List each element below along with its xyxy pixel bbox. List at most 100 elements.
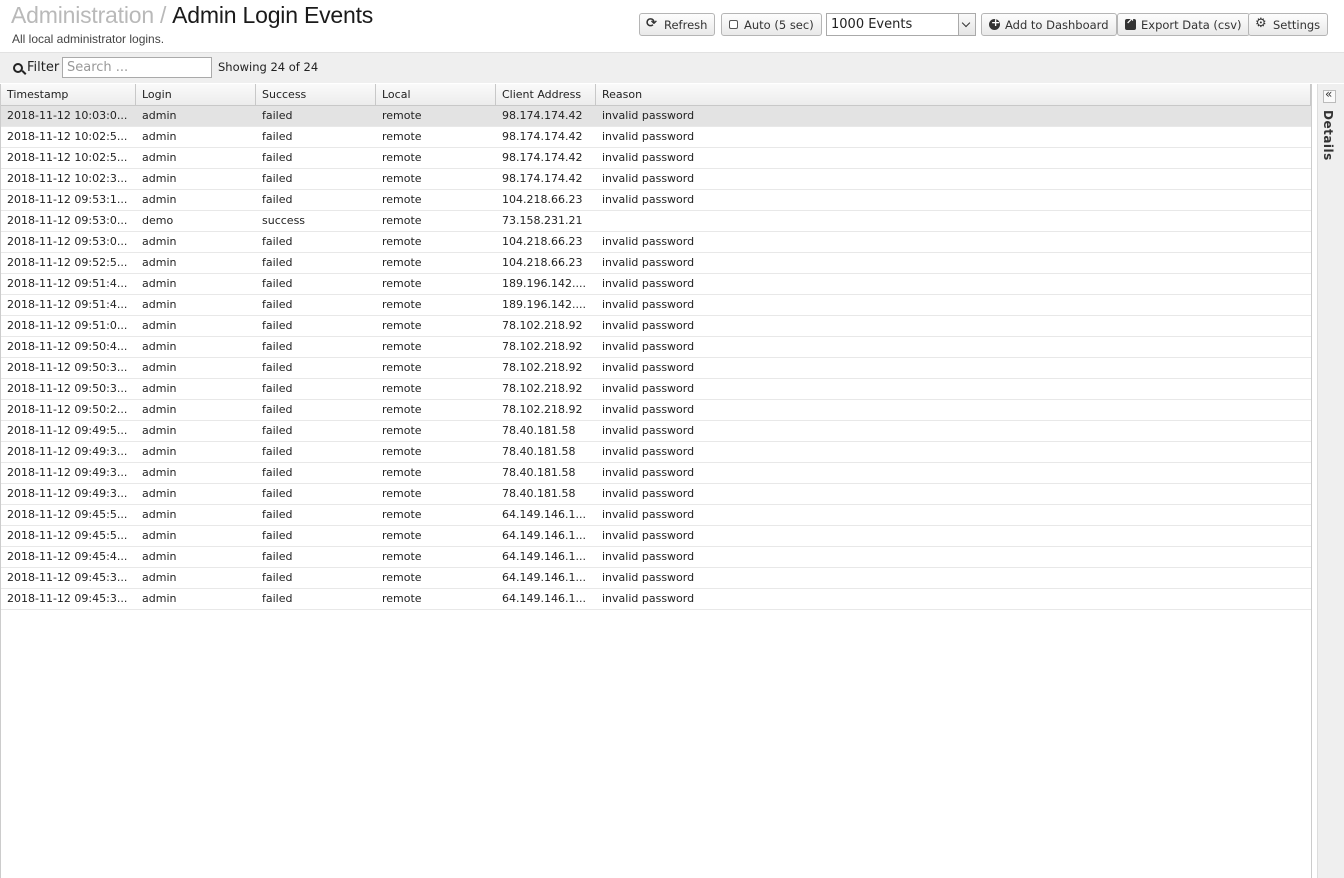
auto-refresh-toggle[interactable]: Auto (5 sec)	[721, 13, 822, 36]
page-title: Administration / Admin Login Events	[11, 2, 373, 29]
cell-login: admin	[142, 235, 177, 248]
cell-client-address: 78.102.218.92	[502, 340, 583, 353]
cell-reason: invalid password	[602, 466, 695, 479]
table-row[interactable]: 2018-11-12 09:45:5... admin failed remote 64…	[1, 505, 1311, 526]
table-row[interactable]: 2018-11-12 09:51:4... admin failed remote 18…	[1, 274, 1311, 295]
cell-reason: invalid password	[602, 361, 695, 374]
cell-client-address: 78.40.181.58	[502, 424, 576, 437]
details-panel-label[interactable]: Details	[1321, 110, 1335, 161]
cell-reason: invalid password	[602, 529, 695, 542]
checkbox-icon[interactable]	[729, 20, 738, 29]
search-input[interactable]	[62, 57, 212, 78]
table-row[interactable]: 2018-11-12 09:45:3... admin failed remote 64…	[1, 589, 1311, 610]
column-header-reason[interactable]: Reason	[596, 84, 1311, 106]
breadcrumb-separator: /	[159, 2, 167, 28]
chevron-down-icon[interactable]	[958, 14, 975, 35]
refresh-button[interactable]: Refresh	[639, 13, 716, 36]
table-row[interactable]: 2018-11-12 09:49:3... admin failed remote 78…	[1, 463, 1311, 484]
cell-client-address: 98.174.174.42	[502, 151, 583, 164]
table-row[interactable]: 2018-11-12 09:51:4... admin failed remote 18…	[1, 295, 1311, 316]
cell-timestamp: 2018-11-12 09:53:0...	[7, 235, 128, 248]
cell-reason: invalid password	[602, 298, 695, 311]
cell-client-address: 189.196.142....	[502, 298, 586, 311]
cell-success: failed	[262, 508, 293, 521]
column-header-success[interactable]: Success	[256, 84, 376, 106]
cell-client-address: 64.149.146.1...	[502, 550, 586, 563]
table-row[interactable]: 2018-11-12 09:45:3... admin failed remote 64…	[1, 568, 1311, 589]
cell-local: remote	[382, 130, 422, 143]
cell-success: failed	[262, 235, 293, 248]
table-row[interactable]: 2018-11-12 09:53:0... admin failed remote 10…	[1, 232, 1311, 253]
table-row[interactable]: 2018-11-12 10:02:5... admin failed remote 98…	[1, 148, 1311, 169]
table-row[interactable]: 2018-11-12 09:45:4... admin failed remote 64…	[1, 547, 1311, 568]
table-row[interactable]: 2018-11-12 09:50:2... admin failed remote 78…	[1, 400, 1311, 421]
cell-client-address: 64.149.146.1...	[502, 592, 586, 605]
cell-login: admin	[142, 361, 177, 374]
cell-login: admin	[142, 298, 177, 311]
cell-local: remote	[382, 571, 422, 584]
table-row[interactable]: 2018-11-12 09:49:3... admin failed remote 78…	[1, 484, 1311, 505]
cell-client-address: 98.174.174.42	[502, 130, 583, 143]
cell-success: success	[262, 214, 306, 227]
cell-success: failed	[262, 466, 293, 479]
cell-success: failed	[262, 550, 293, 563]
cell-local: remote	[382, 214, 422, 227]
table-row[interactable]: 2018-11-12 09:52:5... admin failed remote 10…	[1, 253, 1311, 274]
table-row[interactable]: 2018-11-12 10:02:5... admin failed remote 98…	[1, 127, 1311, 148]
cell-local: remote	[382, 340, 422, 353]
cell-success: failed	[262, 361, 293, 374]
cell-reason: invalid password	[602, 445, 695, 458]
cell-reason: invalid password	[602, 130, 695, 143]
table-row[interactable]: 2018-11-12 09:49:3... admin failed remote 78…	[1, 442, 1311, 463]
cell-success: failed	[262, 151, 293, 164]
cell-login: admin	[142, 130, 177, 143]
cell-local: remote	[382, 298, 422, 311]
cell-login: admin	[142, 508, 177, 521]
cell-client-address: 78.40.181.58	[502, 445, 576, 458]
cell-local: remote	[382, 529, 422, 542]
table-row[interactable]: 2018-11-12 10:02:3... admin failed remote 98…	[1, 169, 1311, 190]
settings-button[interactable]: Settings	[1248, 13, 1329, 36]
auto-refresh-label: Auto (5 sec)	[744, 17, 814, 32]
cell-local: remote	[382, 592, 422, 605]
export-icon	[1125, 16, 1136, 30]
breadcrumb-administration[interactable]: Administration	[11, 2, 154, 28]
add-to-dashboard-button[interactable]: Add to Dashboard	[981, 13, 1117, 36]
column-header-client-address[interactable]: Client Address	[496, 84, 596, 106]
column-header-timestamp[interactable]: Timestamp	[1, 84, 136, 106]
cell-local: remote	[382, 172, 422, 185]
details-panel[interactable]: Details	[1317, 84, 1344, 878]
column-header-local[interactable]: Local	[376, 84, 496, 106]
table-row[interactable]: 2018-11-12 09:51:0... admin failed remote 78…	[1, 316, 1311, 337]
table-row[interactable]: 2018-11-12 09:53:1... admin failed remote 10…	[1, 190, 1311, 211]
table-row[interactable]: 2018-11-12 09:49:5... admin failed remote 78…	[1, 421, 1311, 442]
cell-client-address: 78.40.181.58	[502, 487, 576, 500]
table-row[interactable]: 2018-11-12 09:50:3... admin failed remote 78…	[1, 379, 1311, 400]
cell-success: failed	[262, 256, 293, 269]
cell-login: admin	[142, 151, 177, 164]
cell-login: demo	[142, 214, 174, 227]
export-csv-button[interactable]: Export Data (csv)	[1117, 13, 1250, 36]
cell-local: remote	[382, 487, 422, 500]
table-row[interactable]: 2018-11-12 09:45:5... admin failed remote 64…	[1, 526, 1311, 547]
cell-login: admin	[142, 487, 177, 500]
cell-login: admin	[142, 424, 177, 437]
filter-toolbar: Filter Showing 24 of 24	[0, 52, 1344, 83]
column-header-login[interactable]: Login	[136, 84, 256, 106]
table-row[interactable]: 2018-11-12 09:50:3... admin failed remote 78…	[1, 358, 1311, 379]
cell-client-address: 104.218.66.23	[502, 193, 583, 206]
cell-success: failed	[262, 109, 293, 122]
expand-panel-icon[interactable]	[1323, 87, 1336, 103]
events-limit-select[interactable]: 1000 Events	[826, 13, 976, 36]
cell-login: admin	[142, 277, 177, 290]
cell-local: remote	[382, 508, 422, 521]
cell-success: failed	[262, 487, 293, 500]
table-row[interactable]: 2018-11-12 09:50:4... admin failed remote 78…	[1, 337, 1311, 358]
cell-success: failed	[262, 319, 293, 332]
cell-success: failed	[262, 298, 293, 311]
settings-label: Settings	[1273, 17, 1321, 32]
table-row[interactable]: 2018-11-12 09:53:0... demo success remote 73…	[1, 211, 1311, 232]
result-count: Showing 24 of 24	[218, 60, 319, 74]
table-row[interactable]: 2018-11-12 10:03:0... admin failed remote 98…	[1, 106, 1311, 127]
cell-local: remote	[382, 361, 422, 374]
